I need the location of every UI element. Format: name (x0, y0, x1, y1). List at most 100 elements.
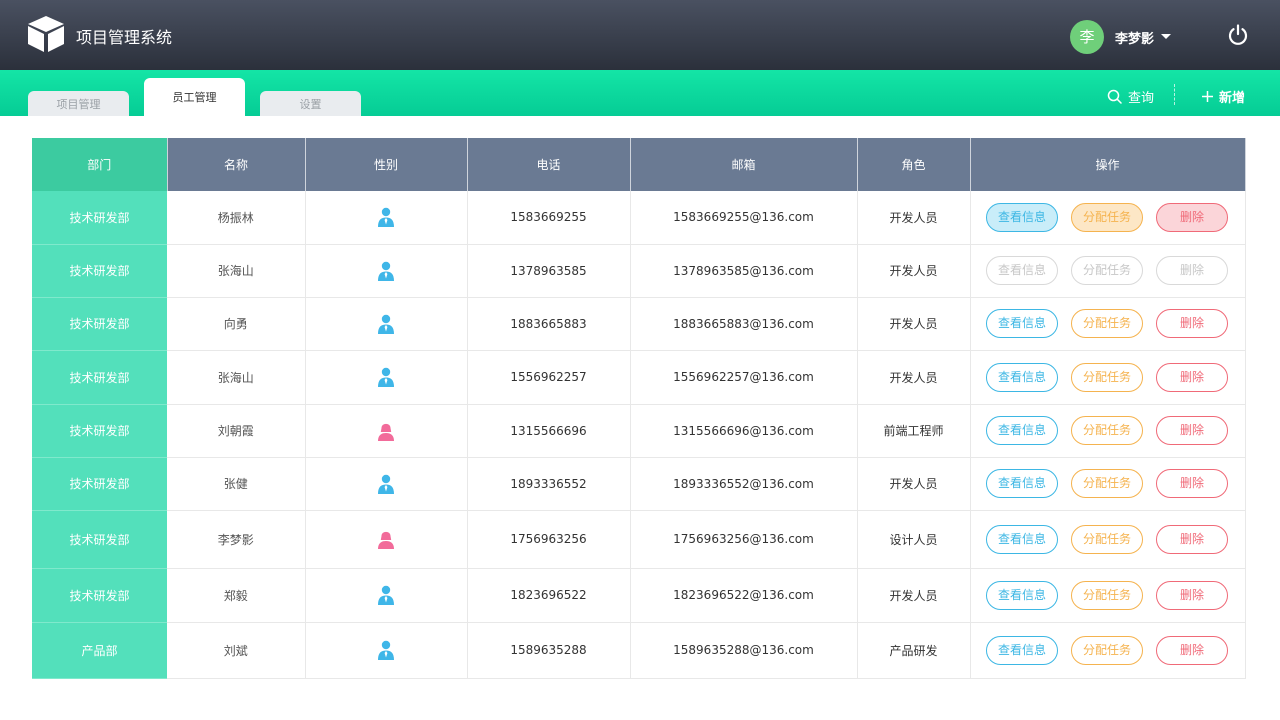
cell-dept: 技术研发部 (32, 191, 167, 245)
table-row: 技术研发部 刘朝霞 1315566696 1315566696@136.com 前端工程… (32, 404, 1246, 458)
cell-role: 开发人员 (857, 350, 971, 405)
cell-name: 李梦影 (167, 510, 306, 569)
cell-dept: 产品部 (32, 622, 167, 679)
assign-task-button[interactable]: 分配任务 (1071, 202, 1143, 232)
cell-role: 产品研发 (857, 622, 971, 679)
cell-name: 张海山 (167, 350, 306, 405)
avatar[interactable]: 李 (1070, 20, 1104, 54)
male-user-icon (378, 640, 394, 660)
cell-actions: 查看信息 分配任务 删除 (970, 297, 1246, 351)
cell-email: 1589635288@136.com (630, 622, 858, 679)
assign-task-button[interactable]: 分配任务 (1071, 362, 1143, 392)
cell-role: 前端工程师 (857, 404, 971, 458)
column-header-phone: 电话 (467, 138, 631, 191)
view-info-button[interactable]: 查看信息 (986, 202, 1058, 232)
column-header-role: 角色 (857, 138, 971, 191)
table-row: 产品部 刘斌 1589635288 1589635288@136.com 产品研发 查看信… (32, 622, 1246, 679)
cell-dept: 技术研发部 (32, 404, 167, 458)
cell-email: 1556962257@136.com (630, 350, 858, 405)
cell-phone: 1883665883 (467, 297, 631, 351)
table-row: 技术研发部 杨振林 1583669255 1583669255@136.com 开发人员… (32, 191, 1246, 245)
view-info-button[interactable]: 查看信息 (986, 524, 1058, 554)
delete-button[interactable]: 删除 (1156, 309, 1228, 338)
view-info-button[interactable]: 查看信息 (986, 580, 1058, 610)
username[interactable]: 李梦影 (1115, 28, 1154, 47)
cell-dept: 技术研发部 (32, 457, 167, 511)
tab-project-management[interactable]: 项目管理 (28, 91, 129, 116)
cell-dept: 技术研发部 (32, 510, 167, 569)
cell-name: 刘朝霞 (167, 404, 306, 458)
delete-button[interactable]: 删除 (1156, 635, 1228, 665)
cell-phone: 1583669255 (467, 191, 631, 245)
view-info-button[interactable]: 查看信息 (986, 635, 1058, 665)
cell-actions: 查看信息 分配任务 删除 (970, 350, 1246, 405)
assign-task-button[interactable]: 分配任务 (1071, 309, 1143, 338)
cell-name: 郑毅 (167, 568, 306, 623)
assign-task-button[interactable]: 分配任务 (1071, 524, 1143, 554)
delete-button[interactable]: 删除 (1156, 524, 1228, 554)
delete-button[interactable]: 删除 (1156, 362, 1228, 392)
cell-phone: 1315566696 (467, 404, 631, 458)
assign-task-button[interactable]: 分配任务 (1071, 256, 1143, 285)
male-user-icon (378, 208, 394, 228)
column-header-name: 名称 (167, 138, 306, 191)
delete-button[interactable]: 删除 (1156, 416, 1228, 445)
add-button[interactable]: 新增 (1202, 87, 1245, 106)
cell-phone: 1893336552 (467, 457, 631, 511)
assign-task-button[interactable]: 分配任务 (1071, 580, 1143, 610)
assign-task-button[interactable]: 分配任务 (1071, 469, 1143, 498)
cell-name: 张健 (167, 457, 306, 511)
cell-role: 开发人员 (857, 244, 971, 298)
female-user-icon (378, 531, 394, 549)
cell-phone: 1556962257 (467, 350, 631, 405)
view-info-button[interactable]: 查看信息 (986, 256, 1058, 285)
view-info-button[interactable]: 查看信息 (986, 416, 1058, 445)
male-user-icon (378, 314, 394, 334)
tab-settings[interactable]: 设置 (260, 91, 361, 116)
cell-email: 1893336552@136.com (630, 457, 858, 511)
cell-actions: 查看信息 分配任务 删除 (970, 510, 1246, 569)
add-label: 新增 (1219, 91, 1246, 106)
cell-actions: 查看信息 分配任务 删除 (970, 404, 1246, 458)
cell-email: 1378963585@136.com (630, 244, 858, 298)
table-row: 技术研发部 张健 1893336552 1893336552@136.com 开发人员查… (32, 457, 1246, 511)
staff-table: 部门 名称 性别 电话 邮箱 角色 操作 技术研发部 杨振林 1583669255 1… (32, 138, 1246, 679)
assign-task-button[interactable]: 分配任务 (1071, 635, 1143, 665)
cell-role: 开发人员 (857, 457, 971, 511)
delete-button[interactable]: 删除 (1156, 580, 1228, 610)
tab-bar: 项目管理 员工管理 设置 查询 新增 (0, 70, 1280, 116)
cell-actions: 查看信息 分配任务 删除 (970, 622, 1246, 679)
delete-button[interactable]: 删除 (1156, 202, 1228, 232)
delete-button[interactable]: 删除 (1156, 256, 1228, 285)
cell-email: 1823696522@136.com (630, 568, 858, 623)
delete-button[interactable]: 删除 (1156, 469, 1228, 498)
cell-role: 设计人员 (857, 510, 971, 569)
query-button[interactable]: 查询 (1107, 87, 1154, 106)
assign-task-button[interactable]: 分配任务 (1071, 416, 1143, 445)
cell-gender (305, 297, 468, 351)
app-header: 项目管理系统 李 李梦影 (0, 0, 1280, 70)
tab-staff-management[interactable]: 员工管理 (144, 78, 245, 116)
cell-gender (305, 622, 468, 679)
cell-gender (305, 350, 468, 405)
column-header-dept: 部门 (32, 138, 168, 191)
cell-phone: 1589635288 (467, 622, 631, 679)
cell-email: 1315566696@136.com (630, 404, 858, 458)
power-icon[interactable] (1227, 24, 1249, 46)
cell-email: 1583669255@136.com (630, 191, 858, 245)
male-user-icon (378, 261, 394, 281)
cell-role: 开发人员 (857, 191, 971, 245)
view-info-button[interactable]: 查看信息 (986, 309, 1058, 338)
table-row: 技术研发部 向勇 1883665883 1883665883@136.com 开发人员查… (32, 297, 1246, 351)
column-header-actions: 操作 (970, 138, 1246, 191)
view-info-button[interactable]: 查看信息 (986, 362, 1058, 392)
table-row: 技术研发部 张海山 1378963585 1378963585@136.com 开发人员… (32, 244, 1246, 298)
cell-name: 杨振林 (167, 191, 306, 245)
chevron-down-icon[interactable] (1161, 34, 1171, 39)
cell-role: 开发人员 (857, 568, 971, 623)
view-info-button[interactable]: 查看信息 (986, 469, 1058, 498)
cell-actions: 查看信息 分配任务 删除 (970, 457, 1246, 511)
app-title: 项目管理系统 (76, 28, 173, 47)
cell-name: 张海山 (167, 244, 306, 298)
column-header-email: 邮箱 (630, 138, 858, 191)
